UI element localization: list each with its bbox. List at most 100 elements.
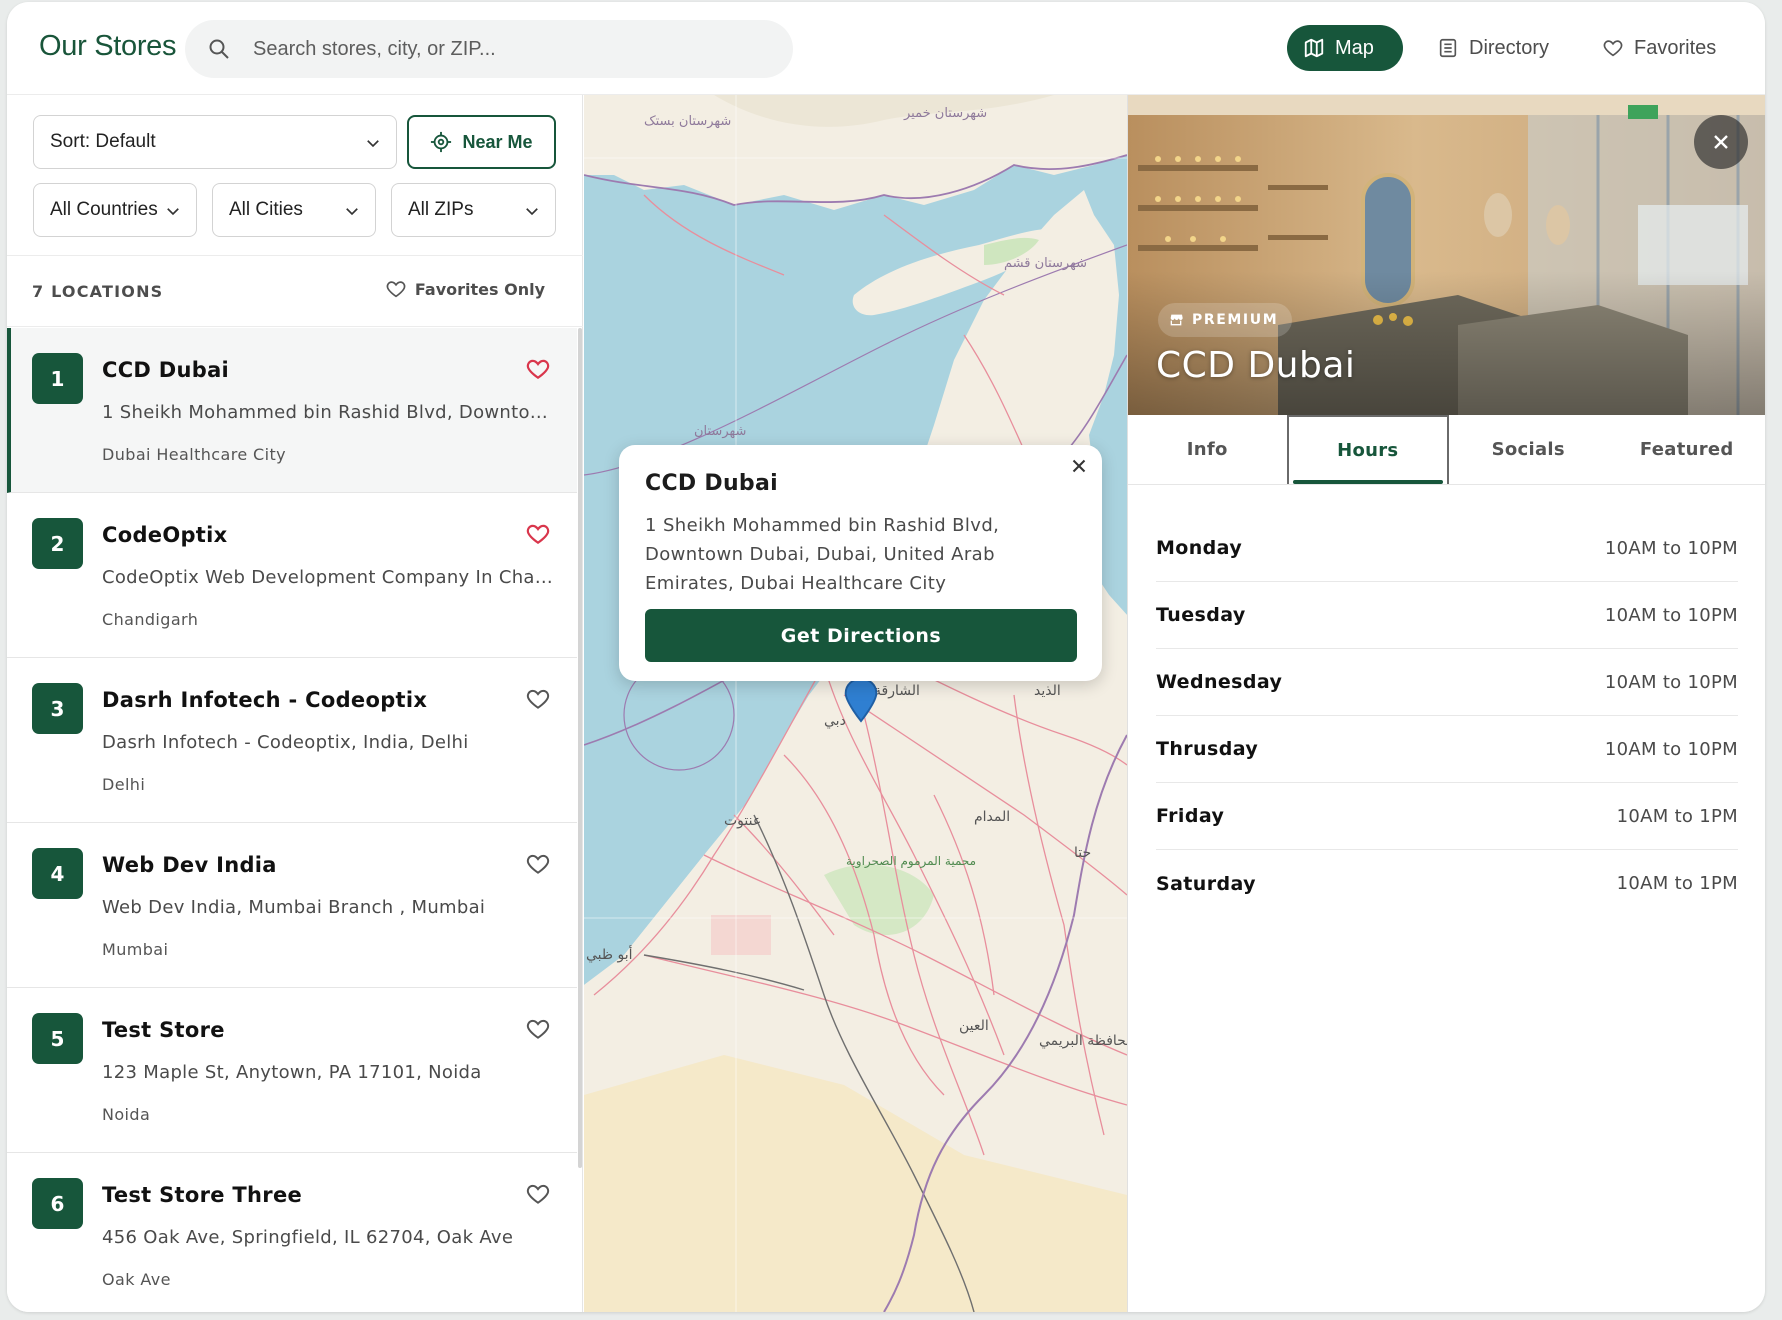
store-item[interactable]: 4 Web Dev India Web Dev India, Mumbai Br… (7, 823, 577, 988)
store-address: Dasrh Infotech - Codeoptix, India, Delhi (102, 732, 469, 753)
favorite-heart-icon[interactable] (525, 1016, 551, 1042)
hours-time: 10AM to 1PM (1616, 873, 1738, 894)
popup-title: CCD Dubai (645, 471, 778, 496)
hours-row: Tuesday 10AM to 10PM (1156, 582, 1738, 649)
list-icon (1439, 38, 1457, 58)
favorite-heart-icon[interactable] (525, 686, 551, 712)
map-label: محمية المرموم الصحراوية (846, 854, 976, 869)
chevron-down-icon (526, 208, 538, 216)
city-select[interactable]: All Cities (212, 183, 376, 237)
hours-time: 10AM to 10PM (1604, 604, 1738, 626)
map-label: حتا (1074, 845, 1091, 861)
country-select[interactable]: All Countries (33, 183, 197, 237)
brand-title: Our Stores (39, 30, 177, 62)
hours-row: Monday 10AM to 10PM (1156, 515, 1738, 582)
premium-label: PREMIUM (1192, 312, 1279, 328)
country-value: All Countries (50, 199, 158, 220)
tab-info[interactable]: Info (1128, 415, 1287, 484)
map-view[interactable]: شهرستان بستک شهرستان خمیر شهرستان قشم شه… (584, 95, 1127, 1312)
popup-address: 1 Sheikh Mohammed bin Rashid Blvd, Downt… (645, 515, 1000, 594)
favorite-heart-icon[interactable] (525, 851, 551, 877)
hours-list: Monday 10AM to 10PM Tuesday 10AM to 10PM… (1156, 515, 1738, 917)
map-marker-icon[interactable] (838, 677, 884, 723)
top-bar: Our Stores Map Directory Favorites (7, 2, 1765, 95)
sort-select[interactable]: Sort: Default (33, 115, 397, 169)
store-number: 6 (32, 1178, 83, 1229)
map-label: العين (959, 1018, 989, 1034)
store-item[interactable]: 6 Test Store Three 456 Oak Ave, Springfi… (7, 1153, 577, 1312)
store-name: Test Store (102, 1018, 225, 1042)
store-sidebar: Sort: Default Near Me All Countries All … (7, 95, 583, 1312)
chevron-down-icon (167, 208, 179, 216)
store-item[interactable]: 1 CCD Dubai 1 Sheikh Mohammed bin Rashid… (7, 328, 577, 493)
search-input[interactable] (253, 20, 773, 78)
tab-featured[interactable]: Featured (1608, 415, 1766, 484)
map-label: عنتوت (724, 813, 761, 829)
favorites-only-label: Favorites Only (414, 279, 545, 299)
city-value: All Cities (229, 199, 303, 220)
nav-directory-button[interactable]: Directory (1421, 25, 1565, 71)
store-item[interactable]: 2 CodeOptix CodeOptix Web Development Co… (7, 493, 577, 658)
map-label: شهرستان خمیر (903, 106, 987, 121)
hours-time: 10AM to 10PM (1604, 738, 1738, 760)
search-box[interactable] (185, 20, 793, 78)
store-city: Chandigarh (102, 610, 199, 629)
hours-day: Friday (1156, 805, 1225, 827)
store-detail-panel: PREMIUM CCD Dubai Info Hours Socials Fea… (1127, 95, 1765, 1312)
store-item[interactable]: 5 Test Store 123 Maple St, Anytown, PA 1… (7, 988, 577, 1153)
zip-value: All ZIPs (408, 199, 474, 220)
favorite-heart-icon[interactable] (525, 521, 551, 547)
favorite-heart-icon[interactable] (525, 1181, 551, 1207)
hours-day: Wednesday (1156, 671, 1283, 693)
hours-day: Tuesday (1156, 604, 1246, 626)
hours-row: Saturday 10AM to 1PM (1156, 850, 1738, 917)
chevron-down-icon (346, 208, 358, 216)
store-name: Dasrh Infotech - Codeoptix (102, 688, 428, 712)
favorites-only-toggle[interactable]: Favorites Only (385, 278, 545, 300)
list-scrollbar[interactable] (578, 328, 582, 1168)
heart-icon (386, 281, 406, 298)
store-hero-image: PREMIUM CCD Dubai (1128, 95, 1765, 415)
chevron-down-icon (367, 140, 379, 148)
store-number: 3 (32, 683, 83, 734)
close-icon (1714, 135, 1728, 149)
hours-day: Monday (1156, 537, 1243, 559)
store-icon (1170, 314, 1183, 326)
store-item[interactable]: 3 Dasrh Infotech - Codeoptix Dasrh Infot… (7, 658, 577, 823)
nav-favorites-button[interactable]: Favorites (1586, 25, 1732, 71)
close-icon[interactable] (1068, 455, 1090, 477)
close-panel-button[interactable] (1694, 115, 1748, 169)
near-me-button[interactable]: Near Me (407, 115, 556, 169)
map-label: شهرستان بستک (644, 114, 731, 129)
store-name: Test Store Three (102, 1183, 303, 1207)
store-address: Web Dev India, Mumbai Branch , Mumbai (102, 897, 486, 918)
store-number: 4 (32, 848, 83, 899)
location-count: 7 LOCATIONS (32, 282, 164, 301)
tab-socials[interactable]: Socials (1449, 415, 1608, 484)
hours-time: 10AM to 10PM (1604, 671, 1738, 693)
hours-row: Friday 10AM to 1PM (1156, 783, 1738, 850)
store-popup: CCD Dubai 1 Sheikh Mohammed bin Rashid B… (619, 445, 1102, 681)
nav-directory-label: Directory (1469, 36, 1550, 59)
store-address: CodeOptix Web Development Company In Cha… (102, 567, 557, 588)
nav-favorites-label: Favorites (1634, 36, 1717, 59)
list-header: 7 LOCATIONS Favorites Only (7, 255, 583, 327)
map-label: محافظة البريمي (1039, 1033, 1127, 1049)
hours-row: Wednesday 10AM to 10PM (1156, 649, 1738, 716)
near-me-label: Near Me (462, 131, 533, 152)
favorite-heart-icon[interactable] (525, 356, 551, 382)
tab-hours[interactable]: Hours (1286, 415, 1449, 484)
get-directions-button[interactable]: Get Directions (645, 609, 1077, 662)
premium-badge: PREMIUM (1158, 303, 1293, 337)
store-city: Mumbai (102, 940, 169, 959)
map-label: الذيد (1034, 683, 1061, 699)
store-name: CCD Dubai (102, 358, 230, 382)
nav-map-button[interactable]: Map (1287, 25, 1403, 71)
sort-value: Sort: Default (50, 131, 156, 152)
store-address: 1 Sheikh Mohammed bin Rashid Blvd, Downt… (102, 402, 557, 423)
store-address: 456 Oak Ave, Springfield, IL 62704, Oak … (102, 1227, 514, 1248)
map-label: أبو ظبي (586, 945, 633, 963)
detail-tabs: Info Hours Socials Featured (1128, 415, 1765, 485)
store-city: Noida (102, 1105, 151, 1124)
zip-select[interactable]: All ZIPs (391, 183, 556, 237)
